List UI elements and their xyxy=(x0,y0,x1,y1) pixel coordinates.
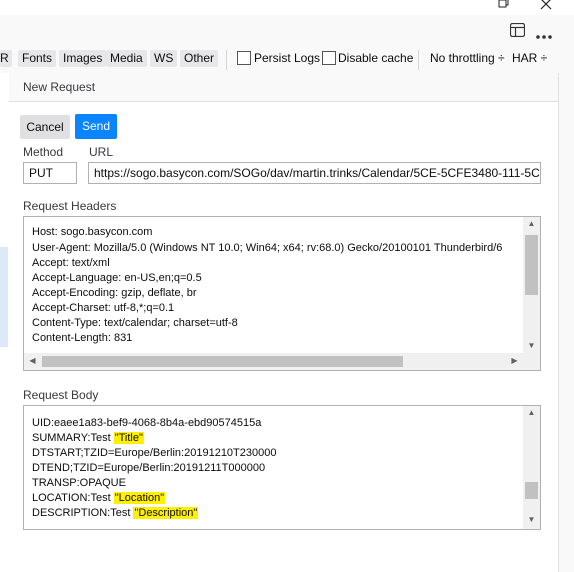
method-input[interactable]: PUT xyxy=(23,162,77,184)
header-line: Accept-Language: en-US,en;q=0.5 xyxy=(32,272,202,284)
har-menu[interactable]: HAR ÷ xyxy=(512,51,547,65)
request-list-item[interactable] xyxy=(0,307,8,327)
scrollbar-thumb[interactable] xyxy=(525,482,538,499)
header-line: Accept-Encoding: gzip, deflate, br xyxy=(32,287,197,299)
toolbar-divider xyxy=(226,50,227,70)
restore-window-icon[interactable] xyxy=(498,0,510,12)
headers-horizontal-scrollbar[interactable]: ◀ ▶ xyxy=(24,353,540,370)
body-line-text: LOCATION:Test xyxy=(32,492,114,504)
request-body-textarea[interactable]: UID:eaee1a83-bef9-4068-8b4a-ebd90574515a… xyxy=(23,405,541,530)
sidebar-edge xyxy=(558,73,574,572)
scroll-down-arrow-icon[interactable]: ▼ xyxy=(523,341,540,350)
header-line: Host: sogo.basycon.com xyxy=(32,226,153,238)
close-window-icon[interactable] xyxy=(540,0,552,13)
request-list-item[interactable] xyxy=(0,267,8,287)
panel-title: New Request xyxy=(23,80,96,94)
network-filter-bar: R Fonts Images Media WS Other Persist Lo… xyxy=(0,47,574,74)
scroll-left-arrow-icon[interactable]: ◀ xyxy=(24,356,41,365)
request-list-item[interactable] xyxy=(0,327,8,347)
highlighted-value: "Description" xyxy=(133,507,199,519)
throttling-select[interactable]: No throttling ÷ xyxy=(430,51,505,65)
scroll-up-arrow-icon[interactable]: ▲ xyxy=(523,408,540,417)
body-vertical-scrollbar[interactable]: ▲ ▼ xyxy=(523,406,540,529)
body-line: DTSTART;TZID=Europe/Berlin:20191210T2300… xyxy=(32,447,277,459)
headers-vertical-scrollbar[interactable]: ▲ ▼ xyxy=(523,217,540,353)
more-options-icon[interactable] xyxy=(536,28,552,42)
filter-button-fonts[interactable]: Fonts xyxy=(18,50,57,67)
filter-button-ws[interactable]: WS xyxy=(150,50,178,67)
toolbar-divider xyxy=(418,50,419,70)
body-line: SUMMARY:Test "Title" xyxy=(32,432,144,444)
header-line: User-Agent: Mozilla/5.0 (Windows NT 10.0… xyxy=(32,242,503,254)
body-line: UID:eaee1a83-bef9-4068-8b4a-ebd90574515a xyxy=(32,417,262,429)
header-line: Accept: text/xml xyxy=(32,257,110,269)
window-titlebar xyxy=(0,0,574,15)
highlighted-value: "Title" xyxy=(113,432,144,444)
scrollbar-thumb[interactable] xyxy=(525,235,538,295)
filter-button-other[interactable]: Other xyxy=(180,50,219,67)
filter-button-images[interactable]: Images xyxy=(59,50,107,67)
request-body-label: Request Body xyxy=(23,388,99,402)
header-line: Content-Type: text/calendar; charset=utf… xyxy=(32,317,238,329)
body-line: DTEND;TZID=Europe/Berlin:20191211T000000 xyxy=(32,462,266,474)
filter-button-media[interactable]: Media xyxy=(106,50,147,67)
header-line: Content-Length: 831 xyxy=(32,332,133,344)
request-list-item[interactable] xyxy=(0,287,8,307)
request-list-item[interactable] xyxy=(0,247,8,267)
scroll-right-arrow-icon[interactable]: ▶ xyxy=(506,356,523,365)
header-line: Accept-Charset: utf-8,*;q=0.1 xyxy=(32,302,175,314)
send-button[interactable]: Send xyxy=(75,114,117,139)
body-line: TRANSP:OPAQUE xyxy=(32,477,126,489)
method-label: Method xyxy=(23,145,64,159)
request-headers-label: Request Headers xyxy=(23,199,117,213)
highlighted-value: "Location" xyxy=(113,492,166,504)
body-line-text: DESCRIPTION:Test xyxy=(32,507,134,519)
devtools-toolbar xyxy=(0,15,574,47)
dock-side-icon[interactable] xyxy=(509,22,526,40)
persist-logs-checkbox[interactable] xyxy=(237,51,251,65)
scroll-up-arrow-icon[interactable]: ▲ xyxy=(523,219,540,228)
body-line-text: SUMMARY:Test xyxy=(32,432,114,444)
url-input[interactable]: https://sogo.basycon.com/SOGo/dav/martin… xyxy=(88,162,541,184)
scrollbar-thumb[interactable] xyxy=(42,356,403,367)
body-line: LOCATION:Test "Location" xyxy=(32,492,166,504)
scroll-down-arrow-icon[interactable]: ▼ xyxy=(523,515,540,524)
persist-logs-label: Persist Logs xyxy=(254,51,321,65)
disable-cache-label: Disable cache xyxy=(338,51,414,65)
filter-button-xhr[interactable]: R xyxy=(0,50,12,67)
url-label: URL xyxy=(89,145,114,159)
cancel-button[interactable]: Cancel xyxy=(20,115,70,139)
disable-cache-checkbox[interactable] xyxy=(322,51,336,65)
request-headers-textarea[interactable]: Host: sogo.basycon.com User-Agent: Mozil… xyxy=(23,216,541,371)
body-line: DESCRIPTION:Test "Description" xyxy=(32,507,199,519)
